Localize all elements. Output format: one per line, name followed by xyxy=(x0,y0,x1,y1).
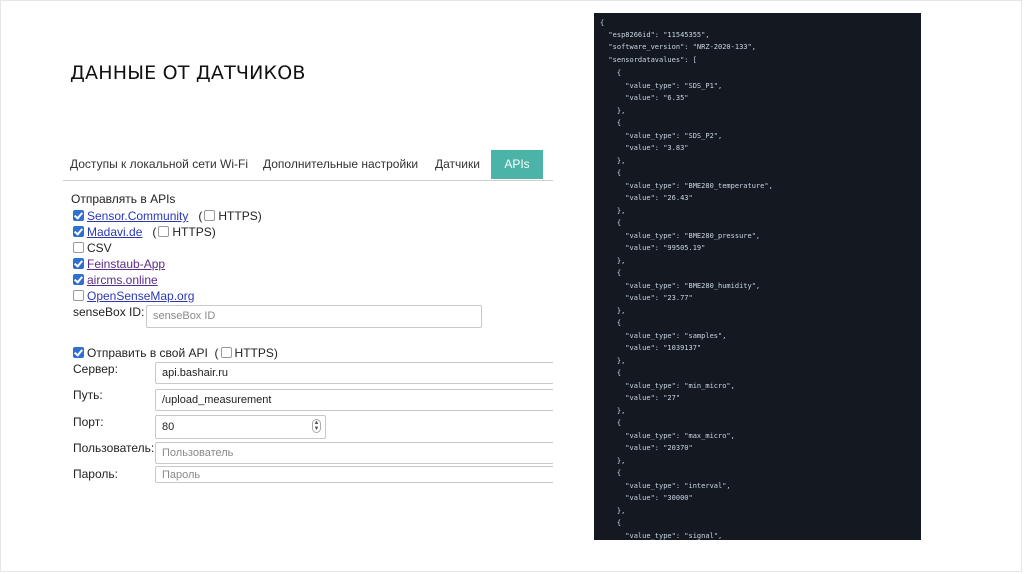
option-custom-api: Отправить в свой API ( HTTPS) xyxy=(73,346,278,360)
port-stepper-icon[interactable]: ▲ ▼ xyxy=(312,419,321,433)
feinstaub-app-checkbox[interactable] xyxy=(73,258,84,269)
code-line: }, xyxy=(600,107,626,115)
code-line: }, xyxy=(600,457,626,465)
code-line: "value_type": "min_micro", xyxy=(600,382,735,390)
option-csv: CSV xyxy=(73,241,112,255)
custom-api-https-checkbox[interactable] xyxy=(220,347,232,358)
option-opensensemap: OpenSenseMap.org xyxy=(73,289,194,303)
code-line: "value_type": "signal", xyxy=(600,532,723,540)
sensor-community-https-checkbox[interactable] xyxy=(204,210,216,221)
code-line: { xyxy=(600,69,622,77)
path-label: Путь: xyxy=(73,388,103,402)
code-line: }, xyxy=(600,357,626,365)
tab-advanced-settings[interactable]: Дополнительные настройки xyxy=(263,150,418,178)
paren-close: ) xyxy=(211,225,216,239)
custom-api-checkbox[interactable] xyxy=(73,347,84,358)
sensor-community-https-label: HTTPS xyxy=(218,209,258,223)
code-line: "value": "1039137" xyxy=(600,344,702,352)
aircms-checkbox[interactable] xyxy=(73,274,84,285)
madavi-checkbox[interactable] xyxy=(73,226,84,237)
code-line: "value": "20370" xyxy=(600,444,693,452)
code-line: { xyxy=(600,319,622,327)
tab-apis[interactable]: APIs xyxy=(491,150,543,179)
tab-sensors[interactable]: Датчики xyxy=(435,150,480,178)
code-line: { xyxy=(600,269,622,277)
server-input[interactable]: api.bashair.ru xyxy=(155,362,553,384)
code-line: "esp8266id": "11545355", xyxy=(600,31,710,39)
feinstaub-app-link[interactable]: Feinstaub-App xyxy=(87,257,165,271)
port-value: 80 xyxy=(162,421,175,433)
sensebox-id-input[interactable]: senseBox ID xyxy=(146,305,482,328)
code-line: "software_version": "NRZ-2020-133", xyxy=(600,43,756,51)
code-line: { xyxy=(600,19,605,27)
tab-wifi[interactable]: Доступы к локальной сети Wi-Fi xyxy=(70,150,248,178)
custom-api-https-label: HTTPS xyxy=(234,346,274,360)
port-label: Порт: xyxy=(73,415,104,429)
user-label: Пользователь: xyxy=(73,441,155,455)
send-to-apis-heading: Отправлять в APIs xyxy=(71,192,176,206)
code-line: { xyxy=(600,519,622,527)
tab-bar: Доступы к локальной сети Wi-Fi Дополните… xyxy=(63,150,553,181)
paren-open: ( xyxy=(145,225,157,239)
code-line: }, xyxy=(600,157,626,165)
code-line: "value": "30000" xyxy=(600,494,693,502)
option-aircms: aircms.online xyxy=(73,273,158,287)
code-line: { xyxy=(600,169,622,177)
code-line: }, xyxy=(600,307,626,315)
code-line: "value": "6.35" xyxy=(600,94,689,102)
opensensemap-checkbox[interactable] xyxy=(73,290,84,301)
code-line: "value": "27" xyxy=(600,394,681,402)
user-input[interactable]: Пользователь xyxy=(155,442,553,464)
code-line: "value_type": "BME280_temperature", xyxy=(600,182,773,190)
sensor-community-checkbox[interactable] xyxy=(73,210,84,221)
code-line: "value_type": "BME280_pressure", xyxy=(600,232,761,240)
aircms-link[interactable]: aircms.online xyxy=(87,273,158,287)
madavi-link[interactable]: Madavi.de xyxy=(87,225,142,239)
code-line: "value_type": "max_micro", xyxy=(600,432,735,440)
madavi-https-checkbox[interactable] xyxy=(158,226,170,237)
path-input[interactable]: /upload_measurement xyxy=(155,389,553,411)
paren-open: ( xyxy=(191,209,203,223)
code-line: "value_type": "samples", xyxy=(600,332,727,340)
code-line: "value": "23.77" xyxy=(600,294,693,302)
code-line: "value_type": "interval", xyxy=(600,482,731,490)
paren-close: ) xyxy=(273,346,278,360)
code-line: }, xyxy=(600,257,626,265)
code-line: { xyxy=(600,369,622,377)
csv-label: CSV xyxy=(87,241,112,255)
csv-checkbox[interactable] xyxy=(73,242,84,253)
custom-api-label: Отправить в свой API xyxy=(87,346,208,360)
option-sensor-community: Sensor.Community ( HTTPS) xyxy=(73,209,262,223)
sensor-community-link[interactable]: Sensor.Community xyxy=(87,209,188,223)
code-line: { xyxy=(600,219,622,227)
option-madavi: Madavi.de ( HTTPS) xyxy=(73,225,216,239)
port-input[interactable]: 80 ▲ ▼ xyxy=(155,415,326,439)
password-input[interactable]: Пароль xyxy=(155,466,553,483)
json-code-panel: { "esp8266id": "11545355", "software_ver… xyxy=(594,13,921,540)
password-label: Пароль: xyxy=(73,467,118,481)
sensebox-id-label: senseBox ID: xyxy=(73,305,145,319)
code-line: { xyxy=(600,119,622,127)
code-line: { xyxy=(600,419,622,427)
code-line: "value": "26.43" xyxy=(600,194,693,202)
opensensemap-link[interactable]: OpenSenseMap.org xyxy=(87,289,194,303)
madavi-https-label: HTTPS xyxy=(172,225,212,239)
slide-title: ДАННЫЕ ОТ ДАТЧИКОВ xyxy=(70,62,306,84)
option-feinstaub-app: Feinstaub-App xyxy=(73,257,165,271)
code-line: }, xyxy=(600,407,626,415)
code-line: }, xyxy=(600,507,626,515)
server-label: Сервер: xyxy=(73,362,118,376)
code-line: }, xyxy=(600,207,626,215)
code-line: "sensordatavalues": [ xyxy=(600,56,697,64)
code-line: { xyxy=(600,469,622,477)
code-line: "value": "99505.19" xyxy=(600,244,706,252)
code-line: "value_type": "SDS_P1", xyxy=(600,82,723,90)
paren-open: ( xyxy=(211,346,219,360)
code-line: "value_type": "SDS_P2", xyxy=(600,132,723,140)
code-line: "value": "3.83" xyxy=(600,144,689,152)
code-line: "value_type": "BME280_humidity", xyxy=(600,282,761,290)
paren-close: ) xyxy=(257,209,262,223)
